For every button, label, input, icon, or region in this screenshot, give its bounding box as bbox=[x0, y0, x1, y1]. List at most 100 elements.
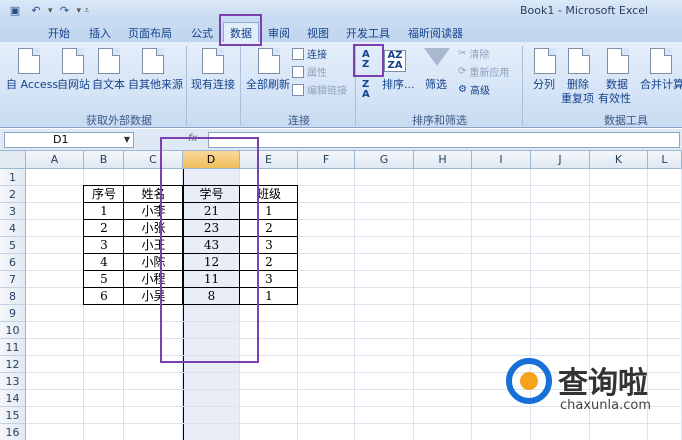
column-header-b[interactable]: B bbox=[84, 151, 124, 169]
existing-connections-button[interactable]: 现有连接 bbox=[191, 78, 235, 91]
sort-button[interactable]: 排序... bbox=[382, 78, 415, 91]
table-border bbox=[297, 185, 298, 305]
from-web-button[interactable]: 自网站 bbox=[57, 78, 90, 91]
column-header-j[interactable]: J bbox=[531, 151, 590, 169]
data-validation-icon bbox=[607, 48, 629, 74]
row-header-10[interactable]: 10 bbox=[0, 322, 26, 339]
data-validation-label-2: 有效性 bbox=[598, 92, 631, 105]
consolidate-icon bbox=[650, 48, 672, 74]
table-border bbox=[83, 185, 84, 305]
row-header-13[interactable]: 13 bbox=[0, 373, 26, 390]
tab-home[interactable]: 开始 bbox=[48, 25, 70, 41]
redo-icon[interactable]: ↷ bbox=[56, 2, 74, 19]
row-header-7[interactable]: 7 bbox=[0, 271, 26, 288]
table-cell[interactable]: 5 bbox=[84, 271, 124, 288]
group-label-sort-filter: 排序和筛选 bbox=[412, 114, 467, 127]
table-cell[interactable]: 4 bbox=[84, 254, 124, 271]
group-label-data-tools: 数据工具 bbox=[604, 114, 648, 127]
row-header-16[interactable]: 16 bbox=[0, 424, 26, 440]
tab-formulas[interactable]: 公式 bbox=[191, 25, 213, 41]
row-header-5[interactable]: 5 bbox=[0, 237, 26, 254]
table-cell[interactable]: 3 bbox=[84, 237, 124, 254]
table-cell[interactable]: 6 bbox=[84, 288, 124, 305]
table-header-cell[interactable]: 序号 bbox=[84, 186, 124, 203]
formula-input[interactable] bbox=[208, 132, 680, 148]
annotation-data-tab bbox=[219, 14, 262, 46]
group-label-connections: 连接 bbox=[288, 114, 310, 127]
row-header-12[interactable]: 12 bbox=[0, 356, 26, 373]
tab-foxit-reader[interactable]: 福昕阅读器 bbox=[408, 25, 463, 41]
column-header-h[interactable]: H bbox=[414, 151, 472, 169]
edit-links-button[interactable]: 编辑链接 bbox=[292, 82, 347, 97]
ribbon-data: 自 Access 自网站 自文本 自其他来源 现有连接 获取外部数据 全部刷新 … bbox=[0, 42, 682, 128]
ribbon-tabs: 开始 插入 页面布局 公式 数据 审阅 视图 开发工具 福昕阅读器 bbox=[0, 22, 682, 43]
text-file-icon bbox=[98, 48, 120, 74]
column-header-k[interactable]: K bbox=[590, 151, 648, 169]
customize-qat-icon[interactable]: ⩡ bbox=[84, 6, 89, 16]
row-header-4[interactable]: 4 bbox=[0, 220, 26, 237]
remove-duplicates-label-2: 重复项 bbox=[561, 92, 594, 105]
filter-icon bbox=[424, 48, 450, 66]
row-header-9[interactable]: 9 bbox=[0, 305, 26, 322]
table-cell[interactable]: 1 bbox=[84, 203, 124, 220]
row-header-8[interactable]: 8 bbox=[0, 288, 26, 305]
from-other-sources-button[interactable]: 自其他来源 bbox=[128, 78, 183, 91]
column-header-a[interactable]: A bbox=[26, 151, 84, 169]
tab-review[interactable]: 审阅 bbox=[268, 25, 290, 41]
row-header-3[interactable]: 3 bbox=[0, 203, 26, 220]
row-header-15[interactable]: 15 bbox=[0, 407, 26, 424]
column-header-g[interactable]: G bbox=[355, 151, 414, 169]
connections-button[interactable]: 连接 bbox=[292, 46, 327, 61]
remove-duplicates-button[interactable]: 删除 bbox=[567, 78, 589, 91]
annotation-sort-button bbox=[353, 44, 384, 77]
group-label-external-data: 获取外部数据 bbox=[86, 114, 152, 127]
select-all-corner[interactable] bbox=[0, 151, 26, 169]
refresh-all-button[interactable]: 全部刷新 bbox=[246, 78, 290, 91]
tab-page-layout[interactable]: 页面布局 bbox=[128, 25, 172, 41]
row-header-2[interactable]: 2 bbox=[0, 186, 26, 203]
title-bar: ▣ ↶ ▾ ↷ ▾ ⩡ Book1 - Microsoft Excel bbox=[0, 0, 682, 22]
from-text-button[interactable]: 自文本 bbox=[92, 78, 125, 91]
sort-descending-icon[interactable]: ZA bbox=[362, 80, 378, 102]
web-icon bbox=[62, 48, 84, 74]
other-sources-icon bbox=[142, 48, 164, 74]
clear-icon: ✂ bbox=[458, 48, 467, 59]
edit-links-icon bbox=[292, 83, 304, 96]
advanced-filter-icon: ⚙ bbox=[458, 84, 467, 95]
advanced-filter-button[interactable]: ⚙ 高级 bbox=[458, 82, 490, 97]
refresh-all-icon bbox=[258, 48, 280, 74]
sort-icon[interactable]: AZ ZA bbox=[384, 50, 406, 72]
connections-icon bbox=[292, 47, 304, 60]
column-header-i[interactable]: I bbox=[472, 151, 531, 169]
column-header-l[interactable]: L bbox=[648, 151, 682, 169]
table-cell[interactable]: 2 bbox=[84, 220, 124, 237]
watermark-text: 查询啦 bbox=[558, 366, 648, 401]
consolidate-button[interactable]: 合并计算 bbox=[640, 78, 682, 91]
tab-insert[interactable]: 插入 bbox=[89, 25, 111, 41]
clear-button[interactable]: ✂ 清除 bbox=[458, 46, 489, 61]
undo-icon[interactable]: ↶ bbox=[27, 2, 45, 19]
row-header-6[interactable]: 6 bbox=[0, 254, 26, 271]
chevron-down-icon[interactable]: ▼ bbox=[124, 133, 130, 147]
access-icon bbox=[18, 48, 40, 74]
reapply-icon: ⟳ bbox=[458, 66, 467, 77]
properties-button[interactable]: 属性 bbox=[292, 64, 327, 79]
text-to-columns-icon bbox=[534, 48, 556, 74]
save-icon[interactable]: ▣ bbox=[6, 2, 24, 19]
column-header-f[interactable]: F bbox=[298, 151, 355, 169]
row-header-1[interactable]: 1 bbox=[0, 169, 26, 186]
row-header-14[interactable]: 14 bbox=[0, 390, 26, 407]
tab-developer[interactable]: 开发工具 bbox=[346, 25, 390, 41]
existing-connections-icon bbox=[202, 48, 224, 74]
properties-icon bbox=[292, 65, 304, 78]
annotation-column-d bbox=[160, 137, 259, 363]
filter-button[interactable]: 筛选 bbox=[425, 78, 447, 91]
text-to-columns-button[interactable]: 分列 bbox=[533, 78, 555, 91]
reapply-button[interactable]: ⟳ 重新应用 bbox=[458, 64, 509, 79]
row-header-11[interactable]: 11 bbox=[0, 339, 26, 356]
data-validation-button[interactable]: 数据 bbox=[606, 78, 628, 91]
watermark-logo-icon bbox=[506, 358, 552, 404]
from-access-button[interactable]: 自 Access bbox=[6, 78, 58, 91]
name-box[interactable]: D1 ▼ bbox=[4, 132, 134, 148]
tab-view[interactable]: 视图 bbox=[307, 25, 329, 41]
